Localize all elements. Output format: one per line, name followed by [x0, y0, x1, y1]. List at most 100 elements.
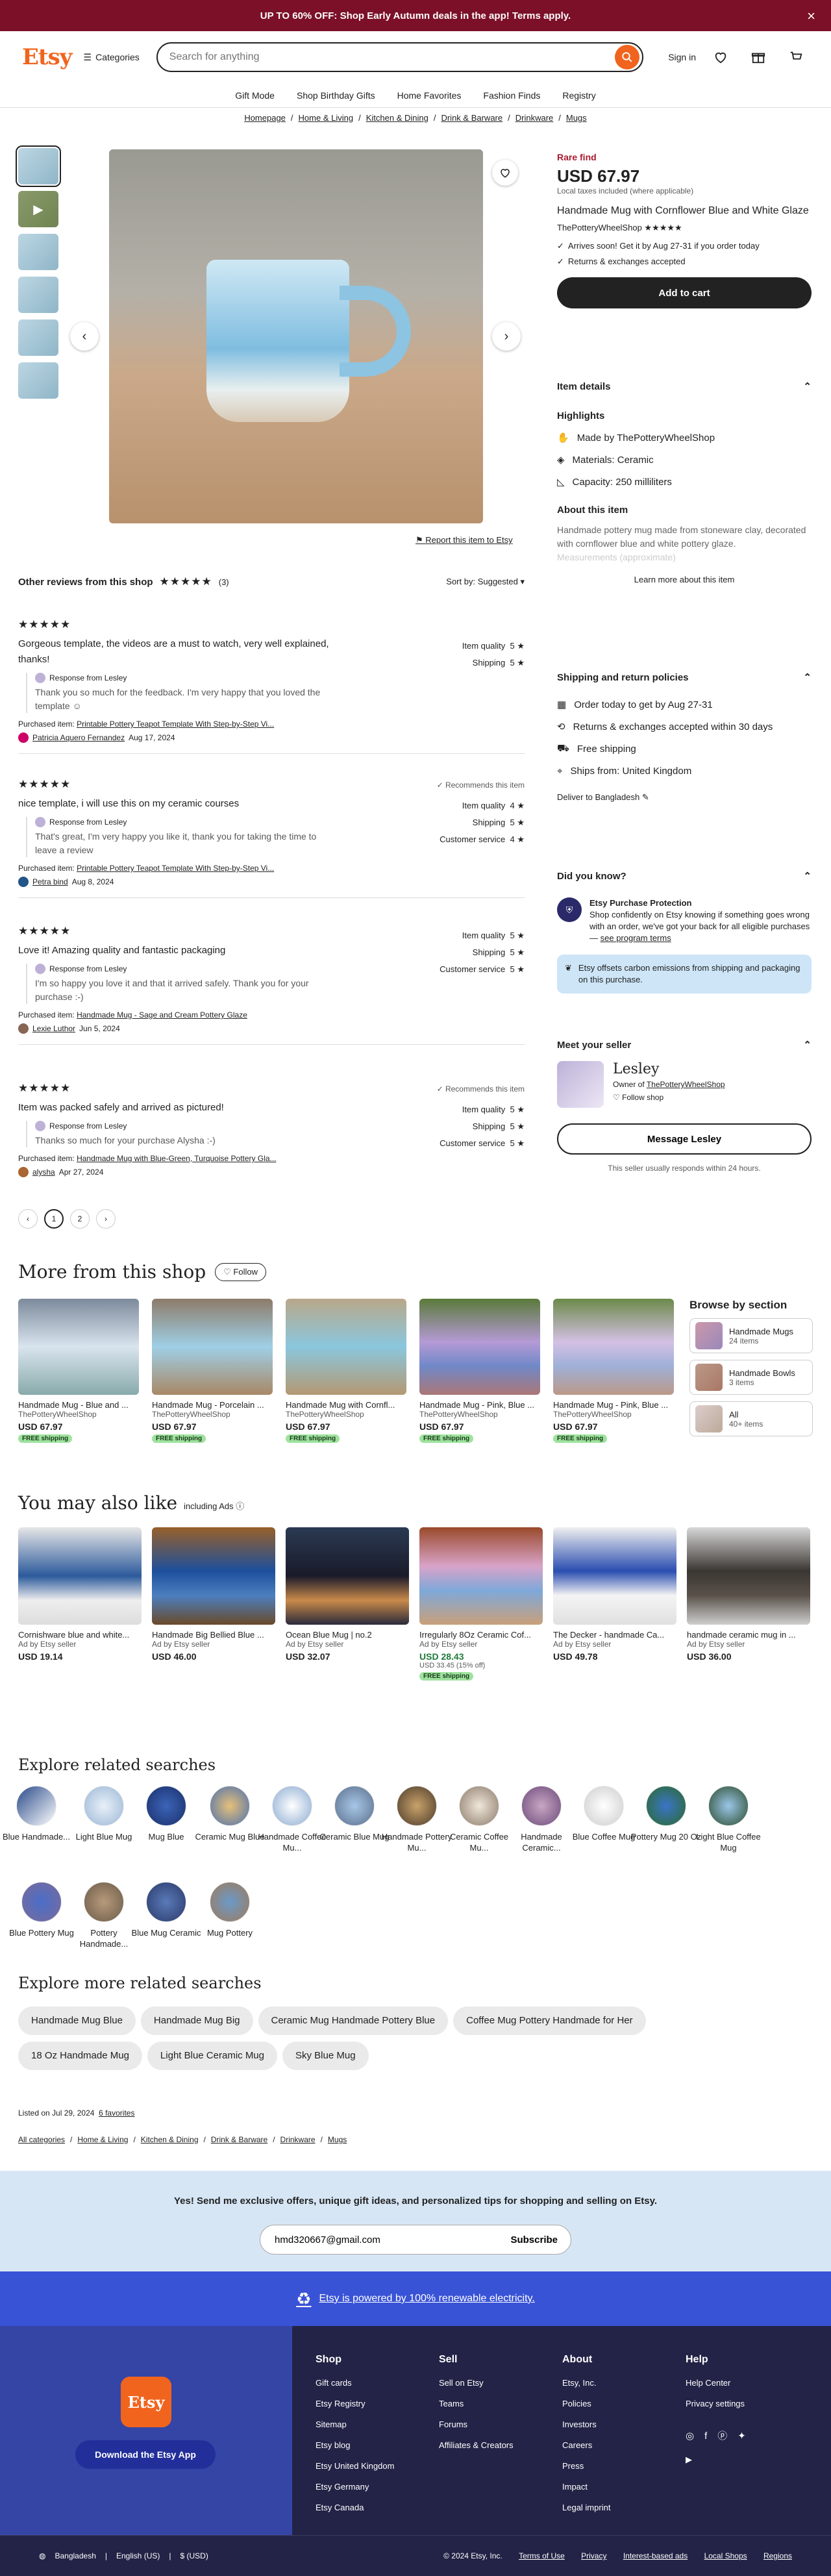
heart-icon[interactable] — [708, 50, 734, 64]
privacy-link[interactable]: Privacy — [581, 2551, 606, 2560]
crumb-drink[interactable]: Drink & Barware — [441, 113, 502, 125]
footer-link[interactable]: Careers — [562, 2435, 610, 2456]
product-image[interactable] — [109, 149, 483, 523]
promo-text[interactable]: UP TO 60% OFF: Shop Early Autumn deals i… — [260, 10, 571, 21]
product-card[interactable]: Handmade Mug - Porcelain ... ThePotteryWh… — [152, 1299, 273, 1443]
subnav-registry[interactable]: Registry — [562, 90, 595, 101]
product-card[interactable]: Handmade Mug - Blue and ... ThePotteryWhe… — [18, 1299, 139, 1443]
subnav-home-favorites[interactable]: Home Favorites — [397, 90, 462, 101]
subnav-gift-mode[interactable]: Gift Mode — [235, 90, 275, 101]
footer-link[interactable]: Gift cards — [316, 2373, 394, 2394]
related-pill[interactable]: 18 Oz Handmade Mug — [18, 2042, 142, 2070]
related-search[interactable]: Blue Handmade... — [0, 1786, 73, 1842]
renewable-banner[interactable]: ♻ Etsy is powered by 100% renewable elec… — [0, 2271, 831, 2326]
search-input[interactable] — [169, 51, 615, 63]
related-pill[interactable]: Handmade Mug Blue — [18, 2007, 136, 2035]
section-handmade-bowls[interactable]: Handmade Bowls 3 items — [689, 1360, 813, 1395]
follow-button[interactable]: ♡ Follow — [215, 1262, 266, 1281]
follow-shop-button[interactable]: ♡ Follow shop — [613, 1093, 725, 1102]
footer-link[interactable]: Etsy Germany — [316, 2477, 394, 2497]
pinterest-icon[interactable]: ⓟ — [717, 2426, 727, 2447]
section-handmade-mugs[interactable]: Handmade Mugs 24 items — [689, 1318, 813, 1353]
page-2-button[interactable]: 2 — [70, 1209, 90, 1229]
subscribe-button[interactable]: Subscribe — [501, 2228, 567, 2251]
search-icon[interactable] — [615, 45, 640, 69]
next-page-button[interactable]: › — [96, 1209, 116, 1229]
youtube-icon[interactable]: ▶ — [686, 2449, 746, 2470]
close-icon[interactable]: × — [807, 8, 815, 25]
gift-icon[interactable] — [745, 50, 771, 64]
terms-link[interactable]: Terms of Use — [519, 2551, 565, 2560]
message-seller-button[interactable]: Message Lesley — [557, 1123, 812, 1155]
footer-link[interactable]: Sitemap — [316, 2414, 394, 2435]
prev-page-button[interactable]: ‹ — [18, 1209, 38, 1229]
related-search[interactable]: Mug Pottery — [193, 1882, 266, 1938]
crumb-home-living[interactable]: Home & Living — [299, 113, 354, 125]
report-link[interactable]: ⚑ Report this item to Etsy — [416, 535, 513, 545]
add-to-cart-button[interactable]: Add to cart — [557, 277, 812, 308]
locale-settings[interactable]: ◍ Bangladesh | English (US) | $ (USD) — [39, 2551, 208, 2560]
related-pill[interactable]: Handmade Mug Big — [140, 2007, 253, 2035]
program-terms-link[interactable]: see program terms — [601, 933, 671, 943]
footer-link[interactable]: Teams — [439, 2394, 514, 2414]
footer-link[interactable]: Press — [562, 2456, 610, 2477]
product-card[interactable]: The Decker - handmade Ca... Ad by Etsy se… — [553, 1527, 676, 1662]
subnav-fashion[interactable]: Fashion Finds — [483, 90, 540, 101]
footer-link[interactable]: Etsy, Inc. — [562, 2373, 610, 2394]
deliver-to[interactable]: Deliver to Bangladesh ✎ — [557, 792, 812, 803]
did-you-know-toggle[interactable]: Did you know? ⌃ — [557, 870, 812, 882]
footer-link[interactable]: Etsy United Kingdom — [316, 2456, 394, 2477]
product-card[interactable]: Handmade Mug with Cornfl... ThePotteryWhe… — [286, 1299, 406, 1443]
cart-icon[interactable] — [783, 50, 809, 64]
product-card[interactable]: Ocean Blue Mug | no.2 Ad by Etsy seller US… — [286, 1527, 409, 1662]
product-card[interactable]: Handmade Big Bellied Blue ... Ad by Etsy … — [152, 1527, 275, 1662]
related-pill[interactable]: Light Blue Ceramic Mug — [147, 2042, 277, 2070]
etsy-logo[interactable]: Etsy — [22, 44, 73, 70]
email-input[interactable] — [275, 2234, 502, 2245]
footer-link[interactable]: Forums — [439, 2414, 514, 2435]
next-image-button[interactable]: › — [492, 322, 521, 351]
product-card[interactable]: Handmade Mug - Pink, Blue ... ThePotteryW… — [553, 1299, 674, 1443]
footer-link[interactable]: Impact — [562, 2477, 610, 2497]
related-pill[interactable]: Ceramic Mug Handmade Pottery Blue — [258, 2007, 449, 2035]
related-search[interactable]: Mug Blue — [130, 1786, 203, 1842]
related-pill[interactable]: Coffee Mug Pottery Handmade for Her — [453, 2007, 646, 2035]
thumbnail-video[interactable]: ▶ — [18, 191, 58, 227]
crumb-mugs[interactable]: Mugs — [566, 113, 587, 125]
crumb-homepage[interactable]: Homepage — [244, 113, 286, 125]
subnav-birthday[interactable]: Shop Birthday Gifts — [297, 90, 375, 101]
shop-link[interactable]: ThePotteryWheelShop ★★★★★ — [557, 223, 812, 233]
promo-banner[interactable]: UP TO 60% OFF: Shop Early Autumn deals i… — [0, 0, 831, 31]
footer-link[interactable]: Sell on Etsy — [439, 2373, 514, 2394]
footer-link[interactable]: Privacy settings — [686, 2394, 746, 2414]
avatar[interactable] — [557, 1061, 604, 1108]
footer-link[interactable]: Help Center — [686, 2373, 746, 2394]
seller-shop-link[interactable]: ThePotteryWheelShop — [647, 1080, 725, 1089]
prev-image-button[interactable]: ‹ — [70, 322, 99, 351]
shipping-toggle[interactable]: Shipping and return policies ⌃ — [557, 671, 812, 684]
sort-dropdown[interactable]: Sort by: Suggested ▾ — [446, 577, 525, 587]
signin-link[interactable]: Sign in — [668, 52, 696, 62]
categories-button[interactable]: ☰ Categories — [84, 52, 140, 63]
related-pill[interactable]: Sky Blue Mug — [282, 2042, 369, 2070]
favorites-link[interactable]: 6 favorites — [99, 2108, 134, 2118]
download-app-button[interactable]: Download the Etsy App — [75, 2440, 216, 2469]
meet-seller-toggle[interactable]: Meet your seller ⌃ — [557, 1039, 812, 1051]
product-card[interactable]: Irregularly 8Oz Ceramic Cof... Ad by Etsy… — [419, 1527, 543, 1681]
footer-link[interactable]: Investors — [562, 2414, 610, 2435]
crumb-kitchen[interactable]: Kitchen & Dining — [366, 113, 428, 125]
page-1-button[interactable]: 1 — [44, 1209, 64, 1229]
thumbnail[interactable] — [18, 234, 58, 270]
instagram-icon[interactable]: ◎ — [686, 2426, 694, 2447]
twitter-icon[interactable]: ✦ — [738, 2426, 746, 2447]
thumbnail[interactable] — [18, 319, 58, 356]
footer-link[interactable]: Policies — [562, 2394, 610, 2414]
learn-more-button[interactable]: Learn more about this item — [557, 575, 812, 584]
thumbnail[interactable] — [18, 362, 58, 399]
info-icon[interactable]: ⓘ — [236, 1501, 244, 1511]
ads-link[interactable]: Interest-based ads — [623, 2551, 688, 2560]
facebook-icon[interactable]: f — [704, 2426, 707, 2447]
local-shops-link[interactable]: Local Shops — [704, 2551, 747, 2560]
footer-link[interactable]: Legal imprint — [562, 2497, 610, 2518]
footer-link[interactable]: Etsy Canada — [316, 2497, 394, 2518]
